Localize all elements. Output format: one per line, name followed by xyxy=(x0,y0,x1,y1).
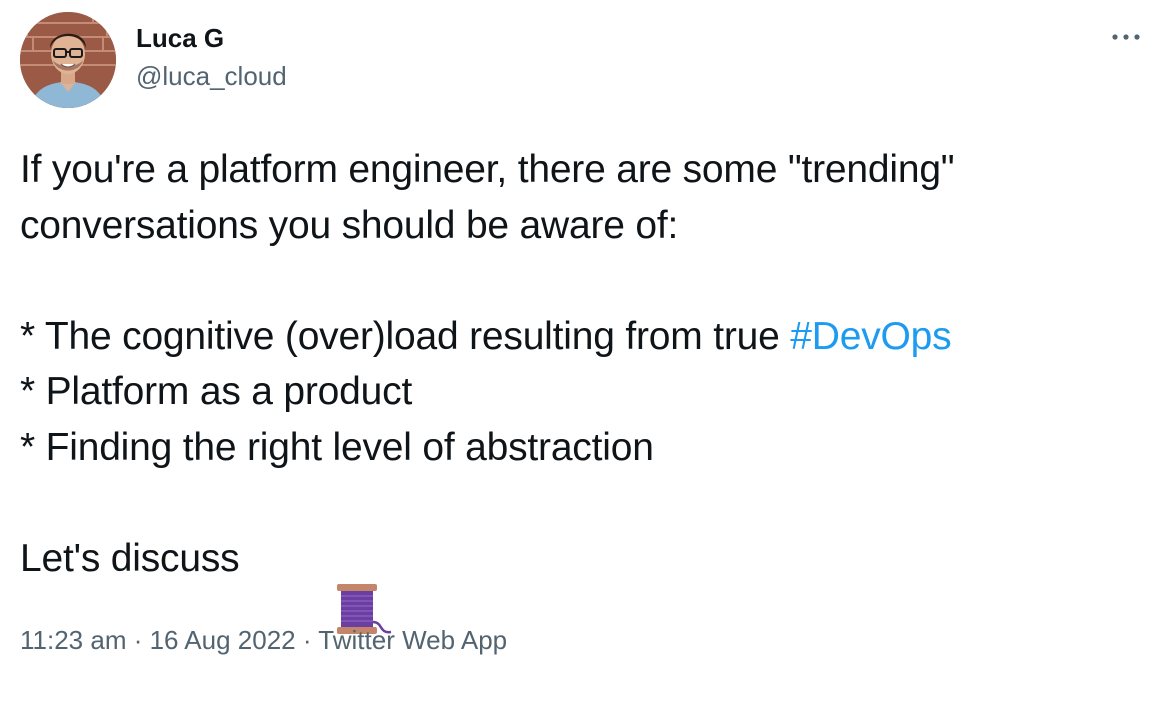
tweet-line-2: conversations you should be aware of: xyxy=(20,203,679,247)
tweet-time[interactable]: 11:23 am xyxy=(20,625,126,655)
tweet-card: Luca G @luca_cloud If you're a platform … xyxy=(0,0,1166,682)
tweet-line-1: If you're a platform engineer, there are… xyxy=(20,148,955,191)
bullet-1-text: * The cognitive (over)load resulting fro… xyxy=(20,314,791,358)
bullet-item-3: * Finding the right level of abstraction xyxy=(20,425,654,469)
tweet-header: Luca G @luca_cloud xyxy=(20,12,287,108)
tweet-date[interactable]: 16 Aug 2022 xyxy=(150,625,296,655)
closing-text: Let's discuss xyxy=(20,536,240,580)
author-handle[interactable]: @luca_cloud xyxy=(136,59,287,93)
bullet-item-2: * Platform as a product xyxy=(20,370,413,413)
tweet-metadata: 11:23 am · 16 Aug 2022 · Twitter Web App xyxy=(20,620,507,660)
avatar[interactable] xyxy=(20,12,116,108)
more-horizontal-icon xyxy=(1112,34,1140,40)
tweet-text: If you're a platform engineer, there are… xyxy=(20,142,1160,634)
author-names: Luca G @luca_cloud xyxy=(136,21,287,93)
bullet-item-1: * The cognitive (over)load resulting fro… xyxy=(20,309,1160,365)
avatar-image xyxy=(20,12,116,108)
author-display-name[interactable]: Luca G xyxy=(136,21,287,55)
hashtag-devops-link[interactable]: #DevOps xyxy=(790,315,951,358)
meta-separator: · xyxy=(126,625,150,655)
meta-separator: · xyxy=(295,625,319,655)
more-options-button[interactable] xyxy=(1104,22,1148,52)
tweet-source[interactable]: Twitter Web App xyxy=(318,625,507,655)
spool-of-thread-icon xyxy=(249,527,391,634)
closing-line: Let's discuss xyxy=(20,531,1160,634)
